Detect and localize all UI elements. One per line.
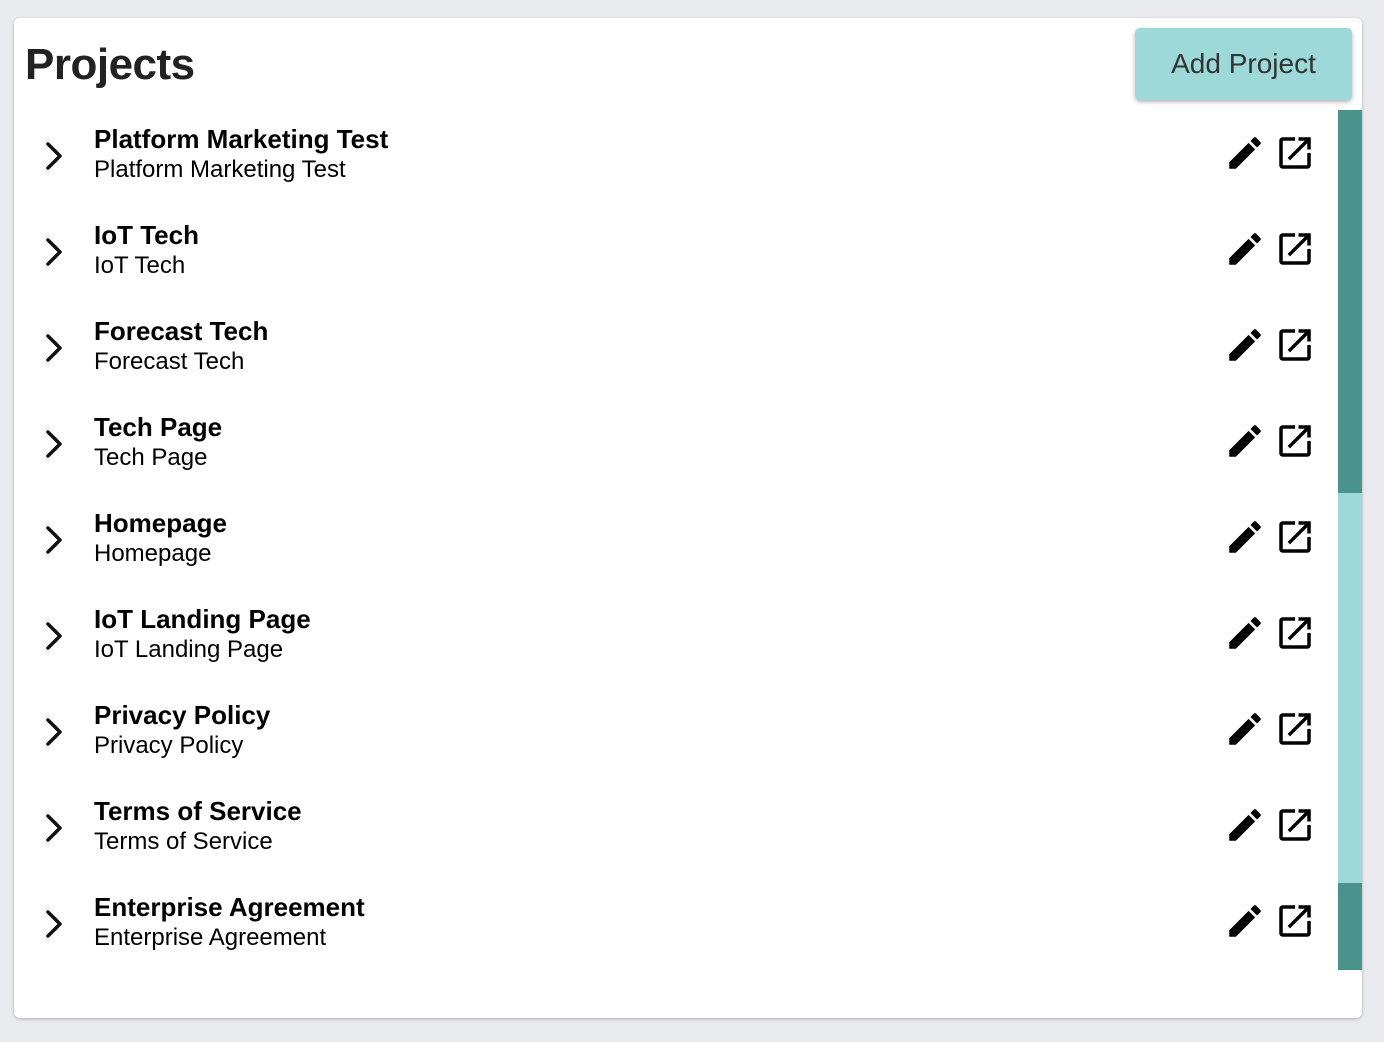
project-row: IoT Landing Page IoT Landing Page: [14, 590, 1336, 686]
pencil-icon[interactable]: [1224, 132, 1266, 174]
project-name: Forecast Tech: [94, 316, 269, 346]
pencil-icon[interactable]: [1224, 516, 1266, 558]
scrollbar-track[interactable]: [1338, 110, 1362, 970]
project-name: Homepage: [94, 508, 227, 538]
open-in-new-icon[interactable]: [1274, 804, 1316, 846]
chevron-right-icon[interactable]: [40, 714, 68, 750]
open-in-new-icon[interactable]: [1274, 900, 1316, 942]
add-project-button[interactable]: Add Project: [1135, 28, 1352, 100]
page-title: Projects: [25, 40, 195, 89]
open-in-new-icon[interactable]: [1274, 420, 1316, 462]
pencil-icon[interactable]: [1224, 900, 1266, 942]
pencil-icon[interactable]: [1224, 804, 1266, 846]
project-name: Tech Page: [94, 412, 223, 442]
project-description: Privacy Policy: [94, 732, 244, 759]
project-description: Enterprise Agreement: [94, 924, 327, 951]
project-description: Forecast Tech: [94, 348, 245, 375]
projects-card: Projects Add Project Platform Marketing …: [14, 18, 1362, 1018]
project-description: Homepage: [94, 540, 212, 567]
pencil-icon[interactable]: [1224, 324, 1266, 366]
chevron-right-icon[interactable]: [40, 810, 68, 846]
chevron-right-icon[interactable]: [40, 618, 68, 654]
project-name: IoT Landing Page: [94, 604, 311, 634]
chevron-right-icon[interactable]: [40, 330, 68, 366]
scrollbar-thumb-secondary[interactable]: [1338, 883, 1362, 970]
project-name: Enterprise Agreement: [94, 892, 365, 922]
project-text: Terms of Service Terms of Service: [94, 796, 302, 858]
project-text: Tech Page Tech Page: [94, 412, 222, 474]
project-name: Platform Marketing Test: [94, 124, 389, 154]
project-description: IoT Tech: [94, 252, 186, 279]
project-list: Platform Marketing Test Platform Marketi…: [14, 110, 1336, 970]
pencil-icon[interactable]: [1224, 612, 1266, 654]
project-row: Terms of Service Terms of Service: [14, 782, 1336, 878]
chevron-right-icon[interactable]: [40, 234, 68, 270]
pencil-icon[interactable]: [1224, 420, 1266, 462]
open-in-new-icon[interactable]: [1274, 516, 1316, 558]
project-text: Homepage Homepage: [94, 508, 227, 570]
project-text: Enterprise Agreement Enterprise Agreemen…: [94, 892, 365, 954]
open-in-new-icon[interactable]: [1274, 708, 1316, 750]
project-row: Forecast Tech Forecast Tech: [14, 302, 1336, 398]
project-name: Privacy Policy: [94, 700, 271, 730]
chevron-right-icon[interactable]: [40, 522, 68, 558]
project-name: IoT Tech: [94, 220, 199, 250]
open-in-new-icon[interactable]: [1274, 132, 1316, 174]
project-name: Terms of Service: [94, 796, 302, 826]
project-description: IoT Landing Page: [94, 636, 284, 663]
project-description: Terms of Service: [94, 828, 273, 855]
chevron-right-icon[interactable]: [40, 426, 68, 462]
project-text: IoT Landing Page IoT Landing Page: [94, 604, 311, 666]
project-text: Forecast Tech Forecast Tech: [94, 316, 268, 378]
project-text: Privacy Policy Privacy Policy: [94, 700, 270, 762]
project-row: Tech Page Tech Page: [14, 398, 1336, 494]
project-row: Enterprise Agreement Enterprise Agreemen…: [14, 878, 1336, 970]
project-row: Platform Marketing Test Platform Marketi…: [14, 110, 1336, 206]
chevron-right-icon[interactable]: [40, 138, 68, 174]
project-text: Platform Marketing Test Platform Marketi…: [94, 124, 388, 186]
pencil-icon[interactable]: [1224, 228, 1266, 270]
open-in-new-icon[interactable]: [1274, 324, 1316, 366]
project-description: Platform Marketing Test: [94, 156, 346, 183]
project-row: Homepage Homepage: [14, 494, 1336, 590]
project-row: Privacy Policy Privacy Policy: [14, 686, 1336, 782]
open-in-new-icon[interactable]: [1274, 228, 1316, 270]
scrollbar-thumb[interactable]: [1338, 110, 1362, 493]
open-in-new-icon[interactable]: [1274, 612, 1316, 654]
project-row: IoT Tech IoT Tech: [14, 206, 1336, 302]
project-description: Tech Page: [94, 444, 208, 471]
project-text: IoT Tech IoT Tech: [94, 220, 199, 282]
chevron-right-icon[interactable]: [40, 906, 68, 942]
pencil-icon[interactable]: [1224, 708, 1266, 750]
